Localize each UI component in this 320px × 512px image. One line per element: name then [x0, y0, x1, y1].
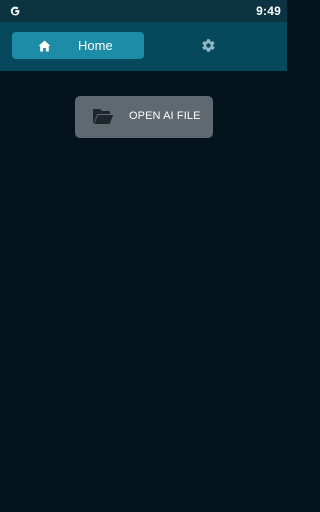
status-time: 9:49 [256, 4, 281, 18]
tab-home[interactable]: Home [12, 32, 144, 59]
tab-home-label: Home [78, 38, 113, 53]
gear-icon[interactable] [201, 38, 216, 53]
folder-open-icon [92, 108, 114, 125]
open-ai-file-label: OPEN AI FILE [129, 110, 201, 122]
home-icon [38, 39, 51, 52]
google-g-icon [6, 2, 24, 20]
open-ai-file-button[interactable]: OPEN AI FILE [75, 96, 213, 138]
status-bar: 9:49 [0, 0, 287, 22]
top-app-bar: Home [0, 22, 287, 71]
